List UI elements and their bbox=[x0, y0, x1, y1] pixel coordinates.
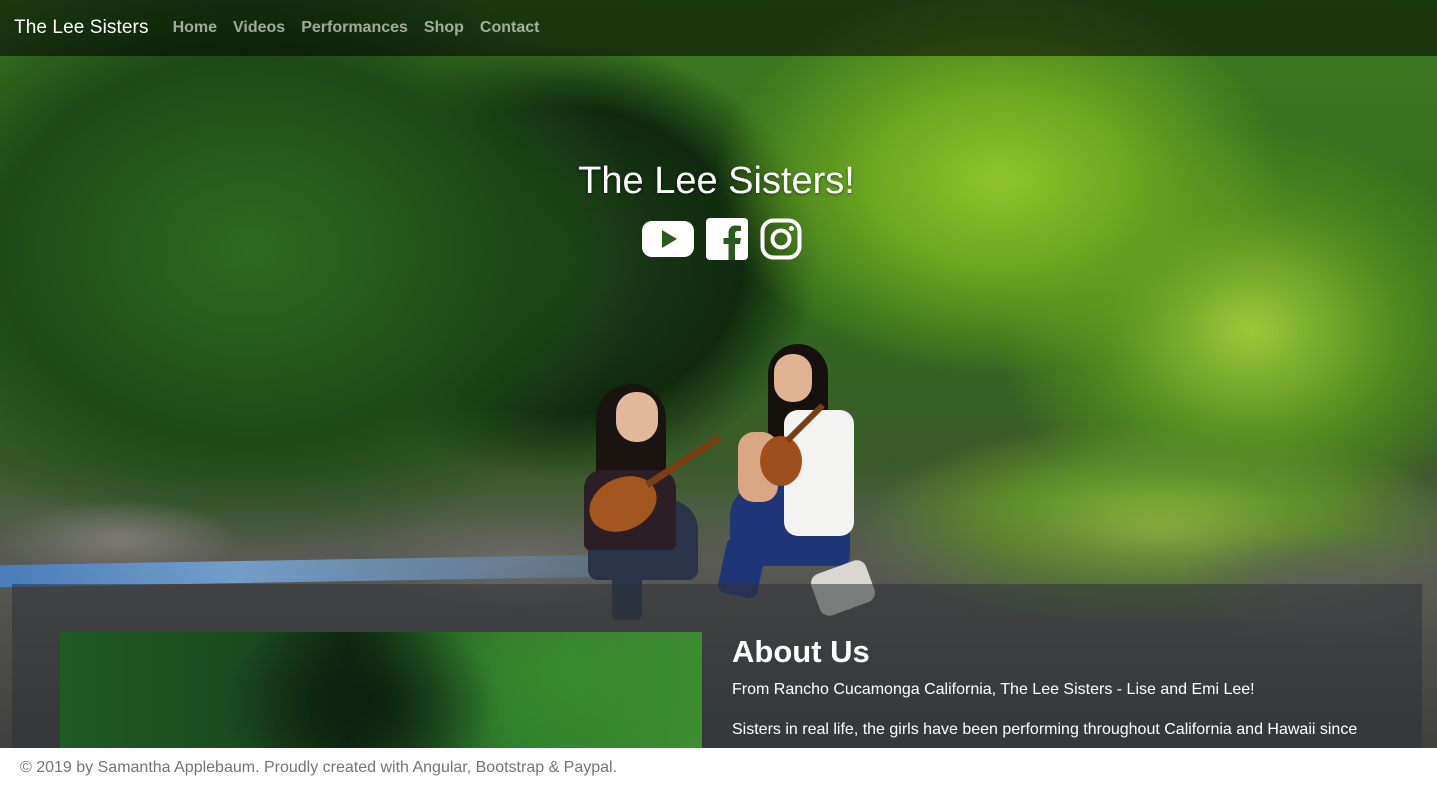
nav-link-contact[interactable]: Contact bbox=[480, 19, 540, 37]
navbar-brand[interactable]: The Lee Sisters bbox=[14, 17, 149, 39]
facebook-icon[interactable] bbox=[706, 218, 748, 265]
about-intro-text: From Rancho Cucamonga California, The Le… bbox=[732, 681, 1255, 698]
about-image bbox=[60, 632, 702, 748]
sister-right-face bbox=[774, 354, 812, 402]
ukulele-right bbox=[760, 436, 802, 486]
hero-title: The Lee Sisters! bbox=[578, 160, 855, 202]
nav-link-performances[interactable]: Performances bbox=[301, 19, 408, 37]
nav-link-videos[interactable]: Videos bbox=[233, 19, 285, 37]
about-title: About Us bbox=[732, 634, 870, 669]
nav-link-home[interactable]: Home bbox=[173, 19, 217, 37]
about-history-text: Sisters in real life, the girls have bee… bbox=[732, 721, 1358, 738]
navbar: The Lee Sisters Home Videos Performances… bbox=[0, 0, 1437, 56]
footer-copyright: © 2019 by Samantha Applebaum. Proudly cr… bbox=[20, 759, 618, 776]
instagram-icon[interactable] bbox=[760, 218, 802, 265]
social-links bbox=[642, 218, 814, 265]
sister-left-face bbox=[616, 392, 658, 442]
nav-link-shop[interactable]: Shop bbox=[424, 19, 464, 37]
youtube-icon[interactable] bbox=[642, 220, 694, 263]
footer: © 2019 by Samantha Applebaum. Proudly cr… bbox=[0, 748, 1437, 788]
